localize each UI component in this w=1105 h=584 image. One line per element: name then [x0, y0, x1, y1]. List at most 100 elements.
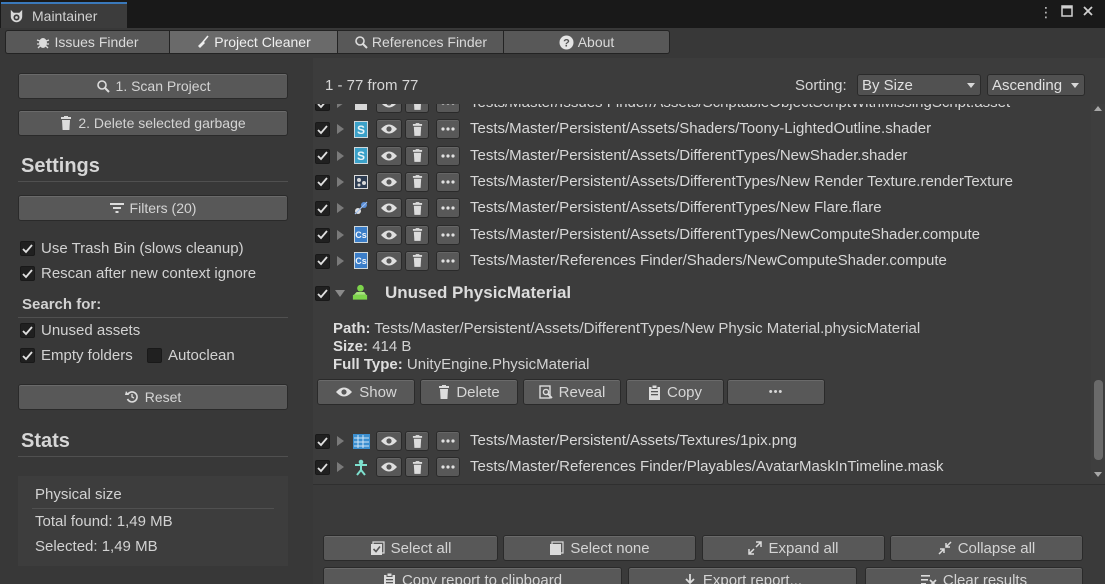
checkbox-checked[interactable]	[20, 241, 35, 256]
fold-arrow-icon[interactable]	[337, 436, 344, 446]
more-item-button[interactable]	[436, 457, 460, 477]
fold-arrow-icon[interactable]	[337, 229, 344, 240]
tab-project-cleaner[interactable]: Project Cleaner	[169, 30, 337, 54]
unused-assets-toggle[interactable]: Unused assets	[20, 322, 140, 339]
row-checkbox[interactable]	[315, 148, 330, 164]
scroll-down-icon[interactable]	[1094, 472, 1102, 477]
fold-arrow-icon[interactable]	[335, 290, 345, 297]
fold-arrow-icon[interactable]	[337, 104, 344, 108]
help-icon: ?	[559, 35, 574, 49]
delete-item-button[interactable]	[405, 119, 429, 140]
row-checkbox[interactable]	[315, 286, 330, 301]
empty-folders-toggle[interactable]: Empty folders	[20, 347, 133, 364]
delete-item-button[interactable]	[405, 104, 429, 113]
more-item-button[interactable]	[436, 145, 460, 166]
row-checkbox[interactable]	[315, 104, 330, 111]
delete-item-button[interactable]	[405, 145, 429, 166]
fold-arrow-icon[interactable]	[337, 255, 344, 266]
checkbox-checked[interactable]	[20, 323, 35, 338]
row-checkbox[interactable]	[315, 253, 330, 269]
copy-report-button[interactable]: Copy report to clipboard	[323, 567, 622, 584]
list-item[interactable]: Cs Tests/Master/Persistent/Assets/Differe…	[313, 222, 1091, 248]
fold-arrow-icon[interactable]	[337, 124, 344, 135]
collapse-all-button[interactable]: Collapse all	[890, 535, 1083, 561]
rescan-toggle[interactable]: Rescan after new context ignore	[20, 265, 256, 282]
delete-item-button[interactable]	[405, 224, 429, 245]
scroll-thumb[interactable]	[1094, 380, 1103, 460]
row-checkbox[interactable]	[315, 122, 330, 138]
list-item[interactable]: S Tests/Master/Persistent/Assets/Shaders/…	[313, 116, 1091, 142]
show-item-button[interactable]	[376, 224, 402, 245]
more-options-button[interactable]: •••	[727, 379, 825, 405]
scan-project-button[interactable]: 1. Scan Project	[18, 73, 288, 99]
checkbox-unchecked[interactable]	[147, 348, 162, 363]
show-item-button[interactable]	[376, 457, 402, 477]
copy-button[interactable]: Copy	[626, 379, 724, 405]
delete-item-button[interactable]	[405, 457, 429, 477]
kebab-menu-icon[interactable]: ⋮	[1039, 4, 1053, 21]
sorting-label: Sorting:	[795, 77, 847, 94]
results-scrollbar[interactable]	[1091, 104, 1105, 480]
show-item-button[interactable]	[376, 119, 402, 140]
autoclean-toggle[interactable]: Autoclean	[147, 347, 235, 364]
row-checkbox[interactable]	[315, 201, 330, 217]
delete-item-button[interactable]	[405, 250, 429, 271]
show-item-button[interactable]	[376, 145, 402, 166]
more-item-button[interactable]	[436, 119, 460, 140]
show-item-button[interactable]	[376, 104, 402, 113]
delete-garbage-button[interactable]: 2. Delete selected garbage	[18, 110, 288, 136]
export-report-button[interactable]: Export report...	[628, 567, 857, 584]
sort-order-dropdown[interactable]: Ascending	[987, 74, 1085, 96]
scroll-up-icon[interactable]	[1094, 106, 1102, 111]
list-item[interactable]: Tests/Master/Issues Finder/Assets/Script…	[313, 104, 1091, 116]
clear-results-button[interactable]: Clear results	[865, 567, 1083, 584]
delete-button[interactable]: Delete	[420, 379, 518, 405]
fold-arrow-icon[interactable]	[337, 462, 344, 472]
list-item[interactable]: Tests/Master/Persistent/Assets/Different…	[313, 195, 1091, 221]
expand-all-button[interactable]: Expand all	[702, 535, 885, 561]
checkbox-checked[interactable]	[20, 348, 35, 363]
use-trash-bin-toggle[interactable]: Use Trash Bin (slows cleanup)	[20, 240, 244, 257]
delete-item-button[interactable]	[405, 431, 429, 451]
close-icon[interactable]	[1081, 4, 1095, 21]
filters-button[interactable]: Filters (20)	[18, 195, 288, 221]
reset-button[interactable]: Reset	[18, 384, 288, 410]
row-checkbox[interactable]	[315, 174, 330, 190]
show-item-button[interactable]	[376, 198, 402, 219]
list-item[interactable]: S Tests/Master/Persistent/Assets/Differen…	[313, 143, 1091, 169]
delete-item-button[interactable]	[405, 198, 429, 219]
tab-about[interactable]: ? About	[503, 30, 670, 54]
more-item-button[interactable]	[436, 104, 460, 113]
list-item[interactable]: Tests/Master/References Finder/Playables…	[313, 454, 1091, 480]
fold-arrow-icon[interactable]	[337, 176, 344, 187]
tab-references-finder[interactable]: References Finder	[337, 30, 503, 54]
maximize-icon[interactable]	[1060, 4, 1074, 21]
show-item-button[interactable]	[376, 171, 402, 192]
fold-arrow-icon[interactable]	[337, 203, 344, 214]
expanded-row-header[interactable]: Unused PhysicMaterial	[313, 280, 1091, 306]
delete-item-button[interactable]	[405, 171, 429, 192]
more-item-button[interactable]	[436, 198, 460, 219]
show-item-button[interactable]	[376, 250, 402, 271]
list-item[interactable]: Cs Tests/Master/References Finder/Shaders…	[313, 248, 1091, 274]
list-item[interactable]: Tests/Master/Persistent/Assets/Textures/…	[313, 428, 1091, 454]
reveal-button[interactable]: Reveal	[523, 379, 621, 405]
more-item-button[interactable]	[436, 224, 460, 245]
fold-arrow-icon[interactable]	[337, 150, 344, 161]
list-item[interactable]: Tests/Master/Persistent/Assets/Different…	[313, 169, 1091, 195]
row-checkbox[interactable]	[315, 460, 330, 475]
select-all-button[interactable]: Select all	[323, 535, 498, 561]
row-checkbox[interactable]	[315, 227, 330, 243]
row-checkbox[interactable]	[315, 434, 330, 449]
select-none-button[interactable]: Select none	[503, 535, 696, 561]
tab-issues-finder[interactable]: Issues Finder	[5, 30, 169, 54]
more-item-button[interactable]	[436, 250, 460, 271]
show-button[interactable]: Show	[317, 379, 415, 405]
window-tab[interactable]: Maintainer	[1, 2, 127, 28]
more-item-button[interactable]	[436, 171, 460, 192]
sort-by-dropdown[interactable]: By Size	[857, 74, 981, 96]
more-item-button[interactable]	[436, 431, 460, 451]
search-icon	[355, 36, 368, 49]
checkbox-checked[interactable]	[20, 266, 35, 281]
show-item-button[interactable]	[376, 431, 402, 451]
